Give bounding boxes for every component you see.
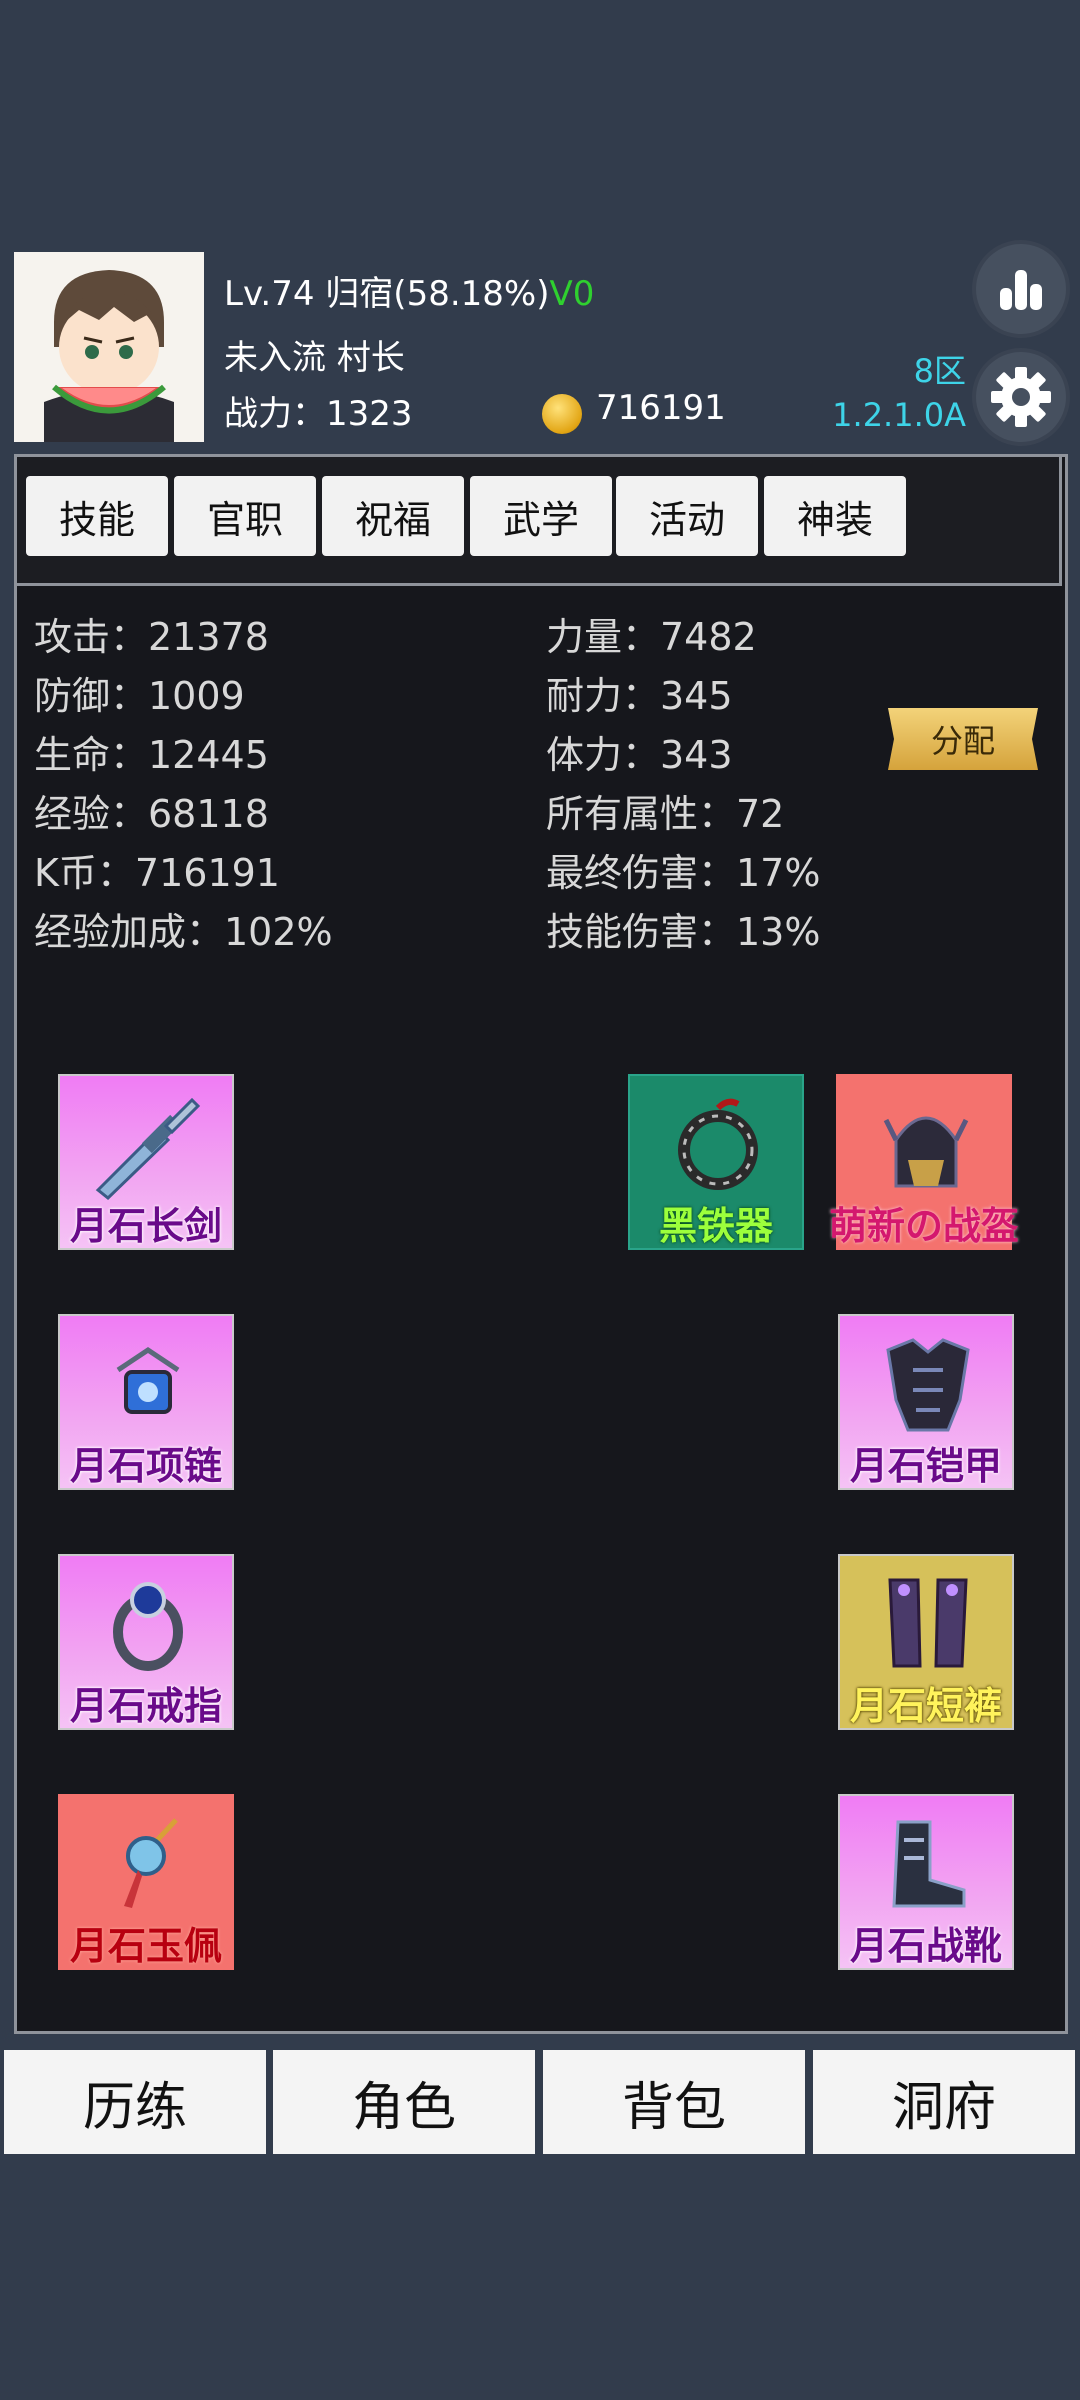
level-line: Lv.74 归宿(58.18%)V0 <box>224 266 594 315</box>
ranking-button[interactable] <box>976 244 1066 334</box>
gear-icon <box>991 367 1051 427</box>
settings-button[interactable] <box>976 352 1066 442</box>
nav-backpack[interactable]: 背包 <box>543 2050 805 2154</box>
armor-icon <box>886 1338 970 1432</box>
tab-blessing[interactable]: 祝福 <box>322 476 464 556</box>
equip-slot-necklace[interactable]: 月石项链 <box>58 1314 234 1490</box>
stat-exp-bonus: 经验加成：102% <box>34 910 333 954</box>
stat-stamina: 体力：343 <box>546 733 733 777</box>
equip-slot-helmet[interactable]: 萌新の战盔 <box>829 1074 1019 1250</box>
nav-character[interactable]: 角色 <box>273 2050 535 2154</box>
equip-name-weapon: 月石长剑 <box>69 1204 222 1248</box>
bar-chart-icon <box>1000 270 1042 310</box>
stat-kcoin: K币：716191 <box>34 851 280 895</box>
equip-slot-boots[interactable]: 月石战靴 <box>838 1794 1014 1970</box>
tab-divine-gear[interactable]: 神装 <box>764 476 906 556</box>
coin-amount: 716191 <box>596 388 726 428</box>
player-avatar[interactable] <box>14 252 204 442</box>
version-label: 1.2.1.0A <box>832 396 966 434</box>
tab-martial-arts[interactable]: 武学 <box>470 476 612 556</box>
vip-badge: V0 <box>549 274 595 314</box>
tab-official-post[interactable]: 官职 <box>174 476 316 556</box>
ring-icon <box>113 1582 183 1671</box>
nav-training[interactable]: 历练 <box>4 2050 266 2154</box>
boots-icon <box>892 1820 966 1908</box>
jade-pendant-icon <box>124 1818 178 1908</box>
coin-icon <box>542 394 582 434</box>
stat-exp: 经验：68118 <box>34 792 269 836</box>
equip-name-armor: 月石铠甲 <box>849 1444 1002 1488</box>
equip-name-necklace: 月石项链 <box>69 1444 222 1488</box>
helmet-icon <box>883 1116 969 1188</box>
rank-title: 未入流 村长 <box>224 338 405 378</box>
combat-power: 战力：1323 <box>224 394 413 434</box>
equip-slot-armor[interactable]: 月石铠甲 <box>838 1314 1014 1490</box>
nav-cave-residence[interactable]: 洞府 <box>813 2050 1075 2154</box>
stat-endurance: 耐力：345 <box>546 674 733 718</box>
tab-skills[interactable]: 技能 <box>26 476 168 556</box>
equip-slot-artifact[interactable]: 黑铁器 <box>628 1074 804 1250</box>
equip-slot-weapon[interactable]: 月石长剑 <box>58 1074 234 1250</box>
equip-slot-pendant[interactable]: 月石玉佩 <box>58 1794 234 1970</box>
stat-all-attributes: 所有属性：72 <box>546 792 785 836</box>
equip-name-helmet: 萌新の战盔 <box>828 1204 1019 1248</box>
stat-attack: 攻击：21378 <box>34 615 269 659</box>
stat-strength: 力量：7482 <box>546 615 757 659</box>
equip-name-pants: 月石短裤 <box>849 1684 1002 1728</box>
iron-ring-artifact-icon <box>678 1098 758 1190</box>
sword-icon <box>95 1097 201 1200</box>
stat-skill-damage: 技能伤害：13% <box>546 910 821 954</box>
stat-final-damage: 最终伤害：17% <box>546 851 821 895</box>
necklace-icon <box>116 1346 180 1414</box>
stat-hp: 生命：12445 <box>34 733 269 777</box>
allocate-button[interactable]: 分配 <box>888 708 1038 770</box>
equip-name-pendant: 月石玉佩 <box>69 1924 222 1968</box>
equip-name-ring: 月石戒指 <box>69 1684 222 1728</box>
greaves-icon <box>888 1578 968 1668</box>
equip-name-artifact: 黑铁器 <box>658 1204 773 1248</box>
tab-events[interactable]: 活动 <box>616 476 758 556</box>
equip-slot-pants[interactable]: 月石短裤 <box>838 1554 1014 1730</box>
stat-defense: 防御：1009 <box>34 674 245 718</box>
equip-name-boots: 月石战靴 <box>849 1924 1002 1968</box>
equip-slot-ring[interactable]: 月石戒指 <box>58 1554 234 1730</box>
level-progress-text: Lv.74 归宿(58.18%) <box>224 274 550 314</box>
server-label: 8区 <box>913 352 966 390</box>
